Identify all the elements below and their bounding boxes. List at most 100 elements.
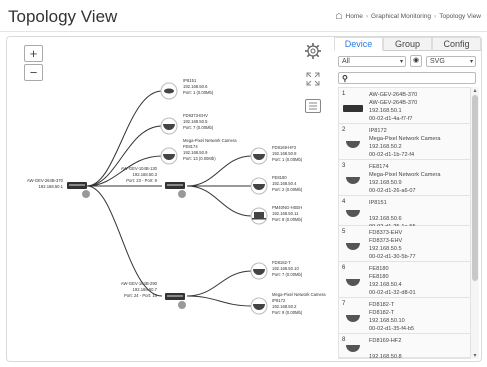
camera-icon: [346, 345, 360, 352]
format-select-value: SVG: [430, 58, 445, 65]
zoom-out-button[interactable]: −: [24, 64, 43, 81]
gear-icon[interactable]: [304, 42, 322, 60]
root-switch-ports: [69, 184, 85, 186]
node-fd8373[interactable]: FD8373-EHV 192.168.50.5 Port: 7 (0.00Mb): [160, 113, 214, 135]
list-item-index: 1: [342, 91, 346, 97]
list-item-line: 00-02-d1-30-5b-77: [369, 254, 416, 260]
list-item[interactable]: 5 FD8373-EHV FD8373-EHV 192.168.50.5 00-02-d…: [339, 226, 470, 262]
node-pm40ng[interactable]: PM40NG-HSEH 192.168.50.11 Port: 8 (0.00M…: [250, 205, 303, 225]
tab-config[interactable]: Config: [432, 37, 481, 51]
node-fd8169[interactable]: FD8169-HF2 192.168.50.8 Port: 1 (0.00Mb): [250, 145, 303, 165]
list-item-line: Mega-Pixel Network Camera: [369, 136, 441, 142]
node-name: FD8169-HF2: [272, 145, 297, 150]
fullscreen-icon[interactable]: [306, 72, 320, 86]
list-item-line: IP8172: [369, 128, 387, 134]
list-item-line: FE8174: [369, 164, 389, 170]
scroll-up-icon[interactable]: ▴: [471, 87, 479, 94]
device-search-input[interactable]: ⚲: [338, 72, 476, 84]
node-ip: 192.168.50.7: [133, 287, 158, 292]
node-name: FE8180: [272, 175, 287, 180]
device-sidebar: Device Group Config All ▾ ◉ SVG ▾ ⚲ 1 AW-…: [334, 37, 481, 361]
topology-graph[interactable]: AW-GEV-264B-370 192.168.50.1 IP8151 192.…: [7, 37, 327, 361]
camera-lens: [164, 88, 174, 94]
breadcrumb-home[interactable]: Home: [346, 13, 363, 20]
node-switch-a[interactable]: AW-GEV-104B-130 192.168.50.3 Port: 23 - …: [121, 166, 186, 198]
breadcrumb-parent[interactable]: Graphical Monitoring: [371, 13, 431, 20]
switch-ports: [167, 295, 183, 297]
list-item-index: 5: [342, 229, 346, 235]
list-item-line: 192.168.50.6: [369, 216, 402, 222]
snapshot-camera-button[interactable]: ◉: [410, 55, 422, 67]
device-list[interactable]: 1 AW-GEV-264B-370 AW-GEV-264B-370 192.168.5…: [338, 87, 471, 359]
chevron-down-icon[interactable]: ▾: [471, 352, 479, 359]
node-name: FD8182-T: [272, 260, 291, 265]
list-item-line: IP8151: [369, 200, 387, 206]
page-title: Topology View: [8, 7, 118, 26]
list-item-line: 00-02-d1-32-d8-01: [369, 290, 416, 296]
node-model: FE8174: [183, 144, 198, 149]
node-port: Port: 8 (0.00Mb): [272, 217, 303, 222]
list-item-line: 00-02-d1-35-f4-b5: [369, 326, 415, 332]
list-item-details: FD8373-EHV FD8373-EHV 192.168.50.5 00-02-d1…: [369, 229, 416, 261]
list-item[interactable]: 8 FD8169-HF2 192.168.50.8: [339, 334, 470, 358]
list-item-index: 6: [342, 265, 346, 271]
root-name: AW-GEV-264B-370: [27, 178, 64, 183]
chevron-down-icon: ▾: [399, 59, 403, 65]
node-ip8151[interactable]: IP8151 192.168.50.6 Port: 1 (0.00Mb): [160, 78, 214, 100]
list-item-line: 192.168.50.4: [369, 282, 402, 288]
list-item-index: 8: [342, 337, 346, 343]
topology-canvas[interactable]: AW-GEV-264B-370 192.168.50.1 IP8151 192.…: [7, 37, 327, 361]
list-item-details: FD8169-HF2 192.168.50.8: [369, 337, 402, 358]
node-ip: 192.168.50.5: [183, 119, 208, 124]
list-item-index: 2: [342, 127, 346, 133]
zoom-in-button[interactable]: +: [24, 45, 43, 62]
node-switch-b[interactable]: AW-GEV-104B-290 192.168.50.7 Port: 24 - …: [121, 281, 186, 309]
list-item-details: FD8182-T FD8182-T 192.168.50.10 00-02-d1-35…: [369, 301, 414, 333]
list-item-line: AW-GEV-264B-370: [369, 100, 418, 106]
node-name: Mega-Pixel Network Camera: [183, 138, 237, 143]
node-ip8172[interactable]: Mega-Pixel Network Camera IP8172 192.168…: [250, 292, 326, 315]
list-item[interactable]: 1 AW-GEV-264B-370 AW-GEV-264B-370 192.168.5…: [339, 88, 470, 124]
node-port: Port: 9 (0.00Mb): [272, 310, 303, 315]
node-fd8182[interactable]: FD8182-T 192.168.50.10 Port: 7 (0.00Mb): [250, 260, 303, 280]
list-icon[interactable]: [305, 99, 321, 113]
list-item[interactable]: 4IP8151192.168.50.600-02-d1-25-1e-55: [339, 196, 470, 230]
node-name: Mega-Pixel Network Camera: [272, 292, 326, 297]
list-item[interactable]: 7 FD8182-T FD8182-T 192.168.50.10 00-02-d1-3…: [339, 298, 470, 334]
list-item[interactable]: 6 FE8180 FE8180 192.168.50.4 00-02-d1-32-d8-…: [339, 262, 470, 298]
root-collapse-toggle: [82, 190, 90, 198]
list-item-line: FE8180: [369, 274, 389, 280]
switch-ports: [167, 184, 183, 186]
node-port: Port: 2 (0.00Mb): [272, 187, 303, 192]
list-item-details: FE8180 FE8180 192.168.50.4 00-02-d1-32-d8-0…: [369, 265, 416, 297]
list-item-details: AW-GEV-264B-370 AW-GEV-264B-370 192.168.50…: [369, 91, 417, 123]
scrollbar-thumb[interactable]: [472, 95, 478, 281]
list-item-line: FE8180: [369, 266, 389, 272]
node-fe8180[interactable]: FE8180 192.168.50.4 Port: 2 (0.00Mb): [250, 175, 303, 195]
breadcrumb: ☖ Home › Graphical Monitoring › Topology…: [335, 12, 481, 21]
switch-collapse-toggle: [178, 190, 186, 198]
node-name: AW-GEV-104B-290: [121, 281, 158, 286]
device-list-scrollbar[interactable]: ▴ ▾: [471, 87, 479, 359]
laptop-base: [252, 218, 266, 220]
list-item[interactable]: 3 FE8174 Mega-Pixel Network Camera 192.168.…: [339, 160, 470, 196]
header-divider: [0, 31, 487, 32]
list-item-line: 192.168.50.5: [369, 246, 402, 252]
node-fe8174[interactable]: Mega-Pixel Network Camera FE8174 192.168…: [160, 138, 237, 165]
format-select[interactable]: SVG ▾: [426, 56, 476, 67]
filter-select[interactable]: All ▾: [338, 56, 406, 67]
list-item-details: IP8172 Mega-Pixel Network Camera 192.168.5…: [369, 127, 441, 159]
tab-group[interactable]: Group: [383, 37, 432, 51]
camera-icon: [346, 177, 360, 184]
tab-device[interactable]: Device: [334, 37, 383, 51]
camera-icon: [346, 141, 360, 148]
list-item[interactable]: 2 IP8172 Mega-Pixel Network Camera 192.168.…: [339, 124, 470, 160]
node-name: PM40NG-HSEH: [272, 205, 302, 210]
camera-icon: [346, 279, 360, 286]
list-item-line: 192.168.50.2: [369, 144, 402, 150]
node-ip: 192.168.50.10: [272, 266, 299, 271]
chevron-down-icon: ▾: [469, 59, 473, 65]
list-item-line: 192.168.50.10: [369, 318, 405, 324]
sidebar-tabs: Device Group Config: [334, 37, 481, 51]
list-item-line: 00-02-d1-26-a6-07: [369, 188, 416, 194]
